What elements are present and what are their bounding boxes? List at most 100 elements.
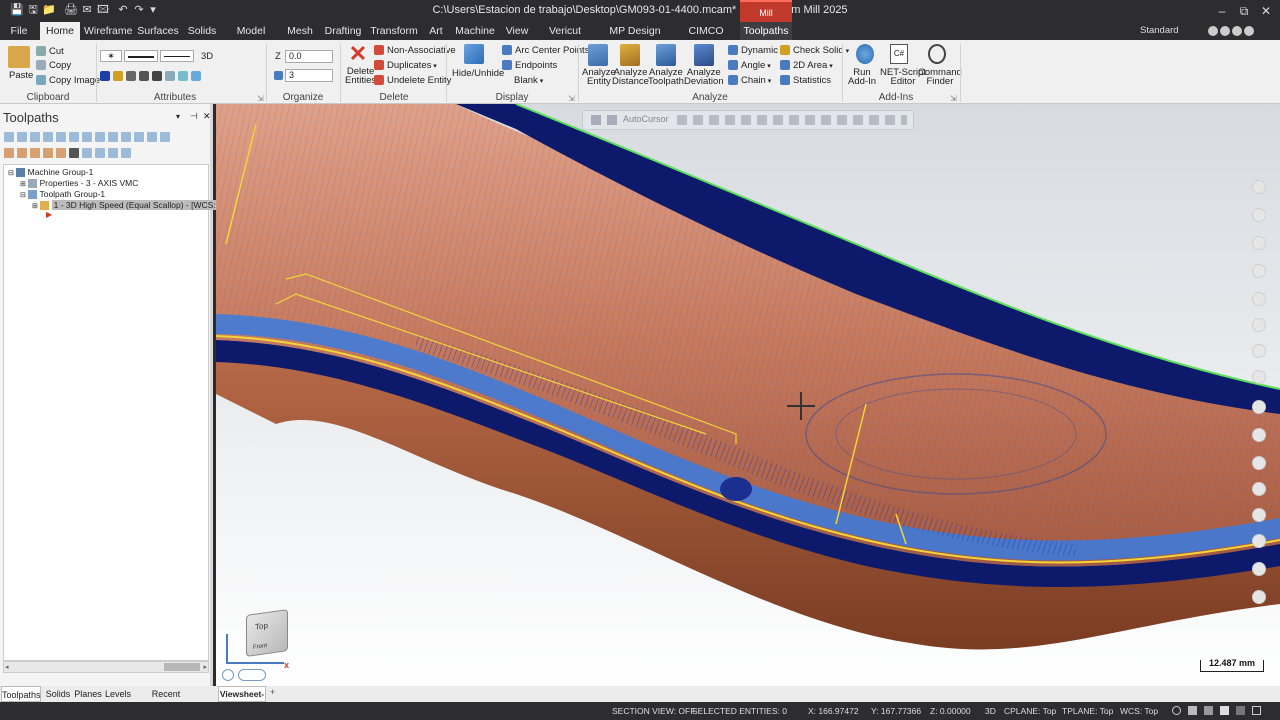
paste-button[interactable]: Paste — [9, 70, 33, 81]
duplicates-button[interactable]: Duplicates ▾ — [374, 60, 437, 71]
tab-wireframe[interactable]: Wireframe — [84, 22, 132, 40]
analyze-deviation-icon[interactable] — [694, 44, 714, 66]
arc-center-points-button[interactable]: Arc Center Points — [502, 45, 589, 56]
snap-icons[interactable] — [677, 115, 907, 125]
tab-vericut[interactable]: Vericut 9.5.2 — [538, 22, 592, 55]
cut-button[interactable]: Cut — [36, 46, 64, 57]
reset-attributes-icon[interactable] — [191, 71, 201, 82]
add-viewsheet-button[interactable]: + — [270, 687, 275, 697]
view-icon[interactable] — [121, 148, 131, 158]
autocursor-icon[interactable] — [607, 115, 617, 125]
clear-color-icon[interactable] — [1252, 456, 1266, 470]
autocursor-label[interactable]: AutoCursor — [623, 114, 669, 124]
tab-file[interactable]: File — [4, 22, 34, 40]
gview-icon[interactable] — [1252, 292, 1266, 306]
display-launcher-icon[interactable]: ⇲ — [568, 94, 575, 103]
line-width-icon[interactable] — [139, 71, 149, 82]
hidden-icon[interactable] — [1252, 428, 1266, 442]
globe-icon[interactable] — [1232, 26, 1242, 36]
regen-dirty-icon[interactable] — [43, 132, 53, 142]
highfeed-icon[interactable] — [108, 132, 118, 142]
select-all-icon[interactable] — [4, 132, 14, 142]
csharp-icon[interactable]: C# — [890, 44, 908, 64]
section-view-status[interactable]: SECTION VIEW: OFF — [612, 706, 695, 716]
undelete-entity-button[interactable]: Undelete Entity — [374, 75, 451, 86]
delete-ops-icon[interactable] — [121, 132, 131, 142]
cube-status-icon[interactable] — [1188, 706, 1197, 715]
globe-status-icon[interactable] — [1172, 706, 1181, 715]
analyze-distance-button[interactable]: Analyze Distance — [612, 68, 649, 87]
tab-cimco-verify[interactable]: CIMCO Verify — [678, 22, 734, 55]
help-panel-icon[interactable] — [160, 132, 170, 142]
view-cube-front-label[interactable]: Front — [253, 643, 267, 651]
redo-icon[interactable]: ↷ — [132, 3, 146, 17]
selected-entities-status[interactable]: SELECTED ENTITIES: 0 — [692, 706, 787, 716]
viewsheet-1-tab[interactable]: Viewsheet-1 — [218, 686, 266, 713]
tab-recent-functions[interactable]: Recent Functions — [134, 686, 198, 715]
attributes-launcher-icon[interactable]: ⇲ — [257, 94, 264, 103]
workspace-standard[interactable]: Standard — [1140, 25, 1179, 36]
tree-item-toolpath-group[interactable]: ⊟ Toolpath Group-1 — [20, 189, 105, 200]
solid-color-icon[interactable] — [113, 71, 123, 82]
toggle-group-icon[interactable] — [69, 148, 79, 158]
backplot-icon[interactable] — [56, 132, 66, 142]
line-width-dropdown[interactable] — [160, 50, 194, 62]
pan-icon[interactable] — [1252, 208, 1266, 222]
reset-view-icon[interactable] — [1252, 590, 1266, 604]
wcs-status[interactable]: WCS: Top — [1120, 706, 1158, 716]
tplane-status[interactable]: TPLANE: Top — [1062, 706, 1113, 716]
collapse-icon[interactable] — [95, 148, 105, 158]
close-button[interactable]: ✕ — [1256, 2, 1276, 20]
scroll-right-icon[interactable]: ▸ — [203, 663, 207, 671]
customize-qa-icon[interactable]: ▾ — [146, 3, 160, 17]
view-cube-top-label[interactable]: Top — [255, 621, 268, 632]
mode-3d-label[interactable]: 3D — [201, 51, 213, 62]
tree-scrollbar[interactable]: ◂ ▸ — [3, 661, 209, 673]
clear-colors-icon[interactable] — [165, 71, 175, 82]
tab-toolpaths-manager[interactable]: Toolpaths — [1, 686, 41, 702]
non-associative-button[interactable]: Non-Associative — [374, 45, 456, 56]
lock-autocursor-icon[interactable] — [591, 115, 601, 125]
wireframe-toggle-icon[interactable] — [1252, 370, 1266, 384]
tab-view[interactable]: View — [502, 22, 532, 40]
scroll-insert-icon[interactable] — [43, 148, 53, 158]
point-style-icon[interactable] — [126, 71, 136, 82]
tab-levels-manager[interactable]: Levels — [104, 686, 132, 702]
shading-icon[interactable] — [1252, 344, 1266, 358]
run-addin-button[interactable]: Run Add-In — [848, 68, 876, 87]
tab-mesh[interactable]: Mesh — [282, 22, 318, 40]
delete-entities-icon[interactable]: ✕ — [348, 43, 368, 65]
panel-menu-icon[interactable]: ▾ — [176, 112, 180, 121]
tab-transform[interactable]: Transform — [370, 22, 418, 40]
analyze-deviation-button[interactable]: Analyze Deviation — [684, 68, 724, 87]
tab-art[interactable]: Art — [422, 22, 450, 40]
run-addin-icon[interactable] — [856, 44, 874, 64]
expand-icon[interactable] — [82, 148, 92, 158]
scroll-left-icon[interactable]: ◂ — [5, 663, 9, 671]
angle-button[interactable]: Angle ▾ — [728, 60, 771, 71]
wire-status-icon[interactable] — [1220, 706, 1229, 715]
move-down-icon[interactable] — [4, 148, 14, 158]
post-icon[interactable] — [95, 132, 105, 142]
wireframe-color-icon[interactable] — [100, 71, 110, 82]
print-icon[interactable]: 🖨 — [64, 3, 78, 17]
edges-icon[interactable] — [1252, 534, 1266, 548]
translucent-status-icon[interactable] — [1236, 706, 1245, 715]
chain-button[interactable]: Chain ▾ — [728, 75, 771, 86]
insert-arrow-marker-icon[interactable]: ▶ — [46, 210, 52, 219]
simulate-icon[interactable] — [82, 132, 92, 142]
section-icon[interactable] — [1252, 562, 1266, 576]
pin-icon[interactable]: ⊣ — [190, 111, 198, 122]
dynamic-button[interactable]: Dynamic ▾ — [728, 45, 783, 56]
view-arrows-icon[interactable] — [238, 669, 266, 681]
undo-icon[interactable]: ↶ — [116, 3, 130, 17]
tab-surfaces[interactable]: Surfaces — [136, 22, 180, 40]
blank-button[interactable]: Blank ▾ — [514, 75, 543, 86]
tab-solids-manager[interactable]: Solids — [44, 686, 72, 702]
analyze-toolpath-icon[interactable] — [656, 44, 676, 66]
analyze-toolpath-button[interactable]: Analyze Toolpath — [648, 68, 684, 87]
minimize-button[interactable]: – — [1212, 2, 1232, 20]
filter-icon[interactable] — [108, 148, 118, 158]
shaded-icon[interactable] — [1252, 508, 1266, 522]
restore-button[interactable]: ⧉ — [1234, 2, 1254, 20]
